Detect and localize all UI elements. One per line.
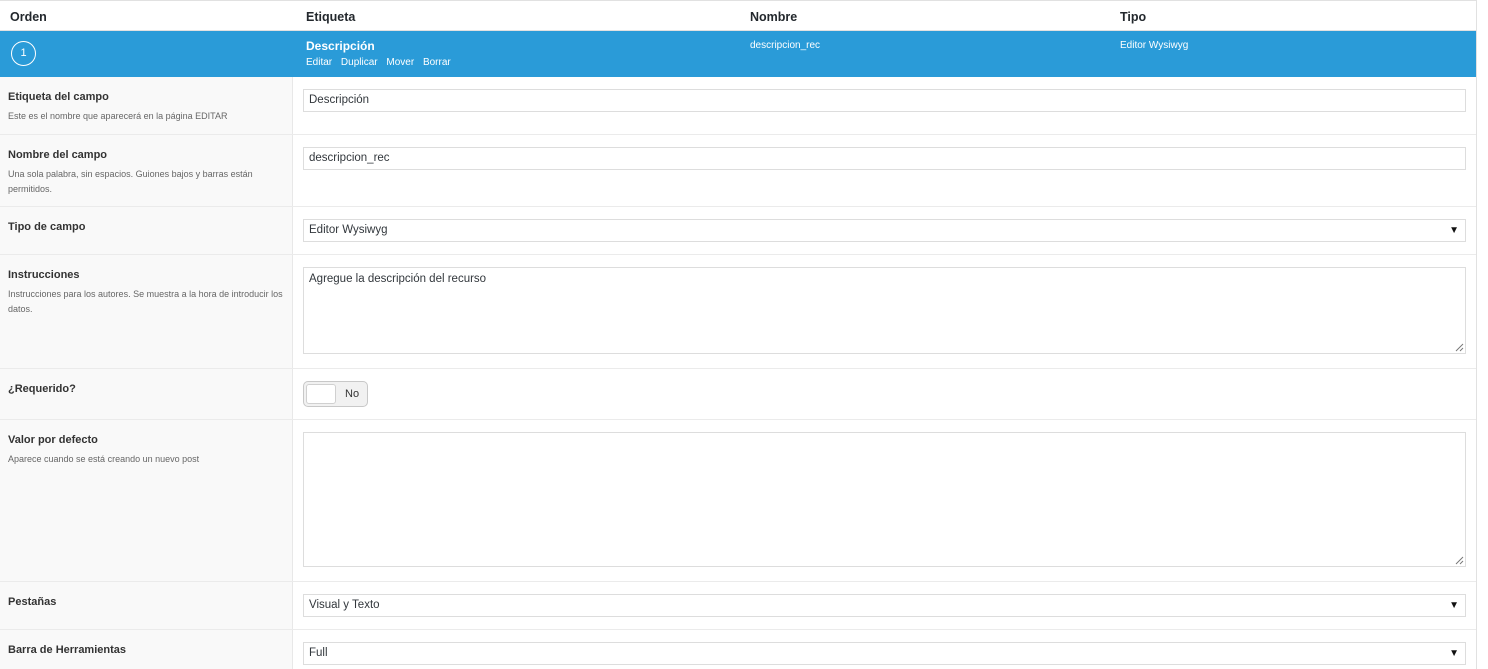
field-label-link[interactable]: Descripción <box>306 39 375 53</box>
instructions-textarea[interactable]: Agregue la descripción del recurso <box>303 267 1466 354</box>
field-name-input[interactable]: descripcion_rec <box>303 147 1466 170</box>
default-value-textarea[interactable] <box>303 432 1466 567</box>
field-type-select[interactable]: Editor Wysiwyg ▼ <box>303 219 1466 242</box>
required-toggle[interactable]: No <box>303 381 368 407</box>
tabs-select[interactable]: Visual y Texto ▼ <box>303 594 1466 617</box>
column-header-label: Etiqueta <box>306 10 356 24</box>
setting-title: Valor por defecto <box>8 434 98 446</box>
dropdown-arrow-icon: ▼ <box>1449 225 1459 236</box>
select-value: Full <box>309 647 328 659</box>
field-label-input[interactable]: Descripción <box>303 89 1466 112</box>
setting-title: Tipo de campo <box>8 221 86 233</box>
field-name-value: descripcion_rec <box>750 40 821 51</box>
dropdown-arrow-icon: ▼ <box>1449 600 1459 611</box>
setting-tabs: Pestañas Visual y Texto ▼ <box>0 582 1476 630</box>
column-header-name: Nombre <box>750 10 798 24</box>
field-editor: Orden Etiqueta Nombre Tipo 1 Descripción… <box>0 0 1477 669</box>
toggle-state-label: No <box>345 388 360 400</box>
setting-description: Aparece cuando se está creando un nuevo … <box>8 454 200 464</box>
setting-label-cell: Instrucciones Instrucciones para los aut… <box>0 255 293 368</box>
edit-field-link[interactable]: Editar <box>306 57 332 68</box>
setting-title: Pestañas <box>8 596 57 608</box>
column-header-type: Tipo <box>1120 10 1147 24</box>
toggle-knob <box>306 384 336 404</box>
setting-label-cell: Etiqueta del campo Este es el nombre que… <box>0 77 293 134</box>
select-value: Visual y Texto <box>309 599 380 611</box>
setting-label-cell: Valor por defecto Aparece cuando se está… <box>0 420 293 581</box>
fields-table-header: Orden Etiqueta Nombre Tipo <box>0 0 1476 31</box>
duplicate-field-link[interactable]: Duplicar <box>341 57 378 68</box>
delete-field-link[interactable]: Borrar <box>423 57 451 68</box>
field-type-value: Editor Wysiwyg <box>1120 40 1189 51</box>
setting-default-value: Valor por defecto Aparece cuando se está… <box>0 420 1476 582</box>
field-order-badge[interactable]: 1 <box>11 41 36 66</box>
setting-label-cell: Pestañas <box>0 582 293 629</box>
setting-title: Barra de Herramientas <box>8 644 127 656</box>
setting-description: Este es el nombre que aparecerá en la pá… <box>8 111 228 121</box>
setting-label-cell: Tipo de campo <box>0 207 293 254</box>
setting-description: Instrucciones para los autores. Se muest… <box>8 289 283 314</box>
setting-title: Etiqueta del campo <box>8 91 109 103</box>
setting-required: ¿Requerido? No <box>0 369 1476 420</box>
dropdown-arrow-icon: ▼ <box>1449 648 1459 659</box>
setting-label-cell: Nombre del campo Una sola palabra, sin e… <box>0 135 293 206</box>
textarea-value: Agregue la descripción del recurso <box>309 273 487 285</box>
setting-field-type: Tipo de campo Editor Wysiwyg ▼ <box>0 207 1476 255</box>
setting-title: Nombre del campo <box>8 149 108 161</box>
setting-label-cell: Barra de Herramientas <box>0 630 293 669</box>
move-field-link[interactable]: Mover <box>386 57 414 68</box>
setting-label-cell: ¿Requerido? <box>0 369 293 419</box>
column-header-order: Orden <box>10 10 47 24</box>
setting-field-name: Nombre del campo Una sola palabra, sin e… <box>0 135 1476 207</box>
select-value: Editor Wysiwyg <box>309 224 388 236</box>
setting-toolbar: Barra de Herramientas Full ▼ <box>0 630 1476 669</box>
setting-field-label: Etiqueta del campo Este es el nombre que… <box>0 77 1476 135</box>
resize-handle-icon[interactable] <box>1455 343 1464 352</box>
toolbar-select[interactable]: Full ▼ <box>303 642 1466 665</box>
setting-title: Instrucciones <box>8 269 80 281</box>
setting-title: ¿Requerido? <box>8 383 76 395</box>
setting-description: Una sola palabra, sin espacios. Guiones … <box>8 169 253 194</box>
field-row-actions: Editar Duplicar Mover Borrar <box>306 57 457 68</box>
resize-handle-icon[interactable] <box>1455 556 1464 565</box>
setting-instructions: Instrucciones Instrucciones para los aut… <box>0 255 1476 369</box>
field-row-selected[interactable]: 1 Descripción Editar Duplicar Mover Borr… <box>0 31 1476 77</box>
